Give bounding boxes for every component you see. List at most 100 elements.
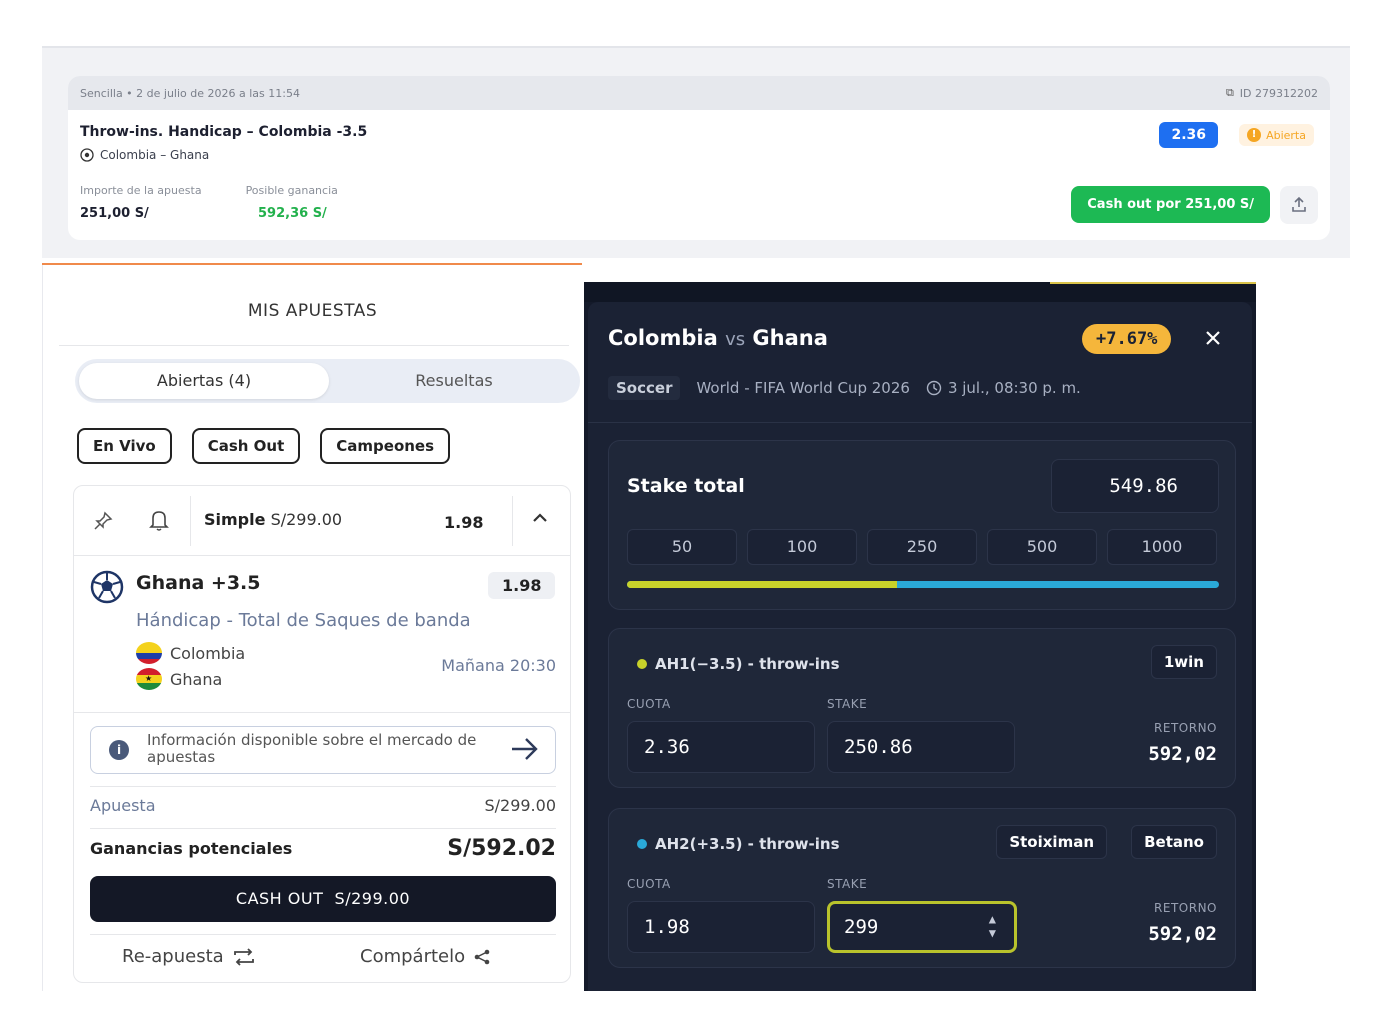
stake-row: Apuesta S/299.00	[90, 796, 556, 815]
bet-match[interactable]: Colombia – Ghana	[80, 148, 1318, 162]
leg-dot-icon	[637, 839, 647, 849]
clock-icon	[926, 380, 942, 396]
info-icon: i	[109, 740, 129, 760]
quick-amount-500[interactable]: 500	[987, 529, 1097, 565]
divider	[42, 46, 1350, 48]
chevron-up-icon[interactable]	[530, 508, 550, 533]
share-label: Compártelo	[360, 946, 466, 967]
divider	[512, 496, 513, 546]
bets-tabs: Abiertas (4) Resueltas	[75, 359, 580, 403]
chip-live[interactable]: En Vivo	[77, 428, 172, 464]
rebet-button[interactable]: Re-apuesta	[122, 946, 256, 967]
match-meta: Soccer World - FIFA World Cup 2026 3 jul…	[608, 376, 1081, 400]
bet-id[interactable]: ⧉ ID 279312202	[1226, 86, 1318, 100]
bell-icon[interactable]	[148, 508, 170, 537]
bet-type-label: Simple	[204, 510, 266, 529]
divider	[74, 712, 570, 713]
chip-champions[interactable]: Campeones	[320, 428, 451, 464]
panel-top-strip	[584, 282, 1256, 302]
return-value: 592,02	[1148, 743, 1217, 765]
return-label: RETORNO	[1154, 721, 1217, 735]
return-value: 592,02	[1148, 923, 1217, 945]
odds-input[interactable]: 2.36	[627, 721, 815, 773]
filter-chips: En Vivo Cash Out Campeones	[77, 428, 451, 464]
bet-match-text: Colombia – Ghana	[100, 148, 210, 162]
close-icon[interactable]	[1204, 328, 1222, 353]
bet-leg-name: AH2(+3.5) - throw-ins	[637, 835, 840, 853]
share-icon	[474, 949, 490, 964]
chip-cashout[interactable]: Cash Out	[191, 428, 301, 464]
stake-label: Apuesta	[90, 796, 156, 815]
panel-title: MIS APUESTAS	[247, 301, 378, 321]
market-info-text: Información disponible sobre el mercado …	[147, 731, 477, 766]
share-bet-button[interactable]: Compártelo	[360, 946, 491, 967]
cashout-button[interactable]: CASH OUT S/299.00	[90, 876, 556, 922]
bet-type-amount: S/299.00	[270, 510, 343, 529]
return-label: RETORNO	[1154, 901, 1217, 915]
quick-amount-250[interactable]: 250	[867, 529, 977, 565]
bookmaker-tag[interactable]: 1win	[1150, 645, 1217, 679]
bet-card-body: Throw-ins. Handicap – Colombia -3.5 Colo…	[68, 110, 1330, 240]
upload-icon	[1292, 196, 1306, 212]
bet-card: Simple S/299.00 1.98 Ghana +3.5 1.98 Hán…	[73, 485, 571, 983]
bet-id-text: ID 279312202	[1239, 86, 1318, 100]
spinner-icon[interactable]: ▲ ▼	[989, 912, 996, 940]
status-badge: ! Abierta	[1239, 124, 1314, 146]
tab-settled[interactable]: Resueltas	[334, 363, 574, 399]
quick-amount-100[interactable]: 100	[747, 529, 857, 565]
stake-input[interactable]: 299 ▲ ▼	[827, 901, 1017, 953]
copy-icon[interactable]: ⧉	[1226, 86, 1234, 100]
bookmaker-tag[interactable]: Betano	[1131, 825, 1217, 859]
cashout-button[interactable]: Cash out por 251,00 S/	[1071, 186, 1270, 223]
arbitrage-card: Colombia vs Ghana +7.67% Soccer World - …	[588, 302, 1252, 991]
arbitrage-panel: Colombia vs Ghana +7.67% Soccer World - …	[584, 282, 1256, 991]
share-button[interactable]	[1280, 186, 1318, 224]
bet-odds: 1.98	[444, 513, 484, 532]
pin-icon[interactable]	[92, 510, 114, 537]
divider	[90, 786, 556, 787]
colombia-flag-icon	[136, 642, 162, 664]
odds-label: CUOTA	[627, 697, 671, 711]
bet-leg-label: AH2(+3.5) - throw-ins	[655, 835, 840, 853]
top-bet-section: Sencilla • 2 de julio de 2026 a las 11:5…	[42, 46, 1350, 258]
stake-total-input[interactable]: 549.86	[1051, 459, 1219, 513]
odds-label: CUOTA	[627, 877, 671, 891]
vs-text: vs	[725, 329, 746, 350]
stake-input[interactable]: 250.86	[827, 721, 1015, 773]
my-bets-panel: MIS APUESTAS Abiertas (4) Resueltas En V…	[42, 265, 582, 991]
bet-amount-labels: Importe de la apuesta Posible ganancia	[80, 184, 338, 197]
datetime-text: 3 jul., 08:30 p. m.	[947, 379, 1081, 397]
odds-badge: 2.36	[1159, 122, 1218, 148]
team-home-name: Colombia	[608, 326, 718, 350]
quick-amount-50[interactable]: 50	[627, 529, 737, 565]
repeat-icon	[233, 947, 254, 966]
win-label: Posible ganancia	[245, 184, 338, 197]
team-away: ★ Ghana	[136, 668, 222, 690]
competition: World - FIFA World Cup 2026	[696, 379, 910, 397]
quick-amount-1000[interactable]: 1000	[1107, 529, 1217, 565]
tab-open[interactable]: Abiertas (4)	[79, 363, 329, 399]
odds-input[interactable]: 1.98	[627, 901, 815, 953]
bet-card-header: Simple S/299.00 1.98	[74, 486, 570, 556]
stake-value: 251,00 S/	[80, 206, 149, 221]
market-info-link[interactable]: i Información disponible sobre el mercad…	[90, 726, 556, 774]
bet-card-header: Sencilla • 2 de julio de 2026 a las 11:5…	[68, 76, 1330, 110]
bet-amount-values: 251,00 S/ 592,36 S/	[80, 206, 327, 221]
stake-split-fill	[627, 581, 897, 588]
soccer-ball-icon	[90, 570, 124, 604]
bookmaker-tag[interactable]: Stoiximan	[996, 825, 1107, 859]
divider	[90, 828, 556, 829]
selection-odds: 1.98	[488, 572, 556, 599]
stake-split-slider[interactable]	[627, 581, 1219, 588]
stake-total-box: Stake total 549.86 50 100 250 500 1000	[608, 440, 1236, 610]
clock-icon: !	[1247, 128, 1262, 142]
divider	[90, 934, 556, 935]
bet-leg-1: AH1(−3.5) - throw-ins 1win CUOTA STAKE 2…	[608, 628, 1236, 788]
team-away-name: Ghana	[752, 326, 828, 350]
stake-total-label: Stake total	[627, 475, 745, 497]
ghana-flag-icon: ★	[136, 668, 162, 690]
potential-row: Ganancias potenciales S/592.02	[90, 836, 556, 861]
stake-input-value: 299	[844, 916, 879, 938]
rebet-label: Re-apuesta	[122, 946, 224, 967]
bet-leg-2: AH2(+3.5) - throw-ins Stoiximan Betano C…	[608, 808, 1236, 968]
